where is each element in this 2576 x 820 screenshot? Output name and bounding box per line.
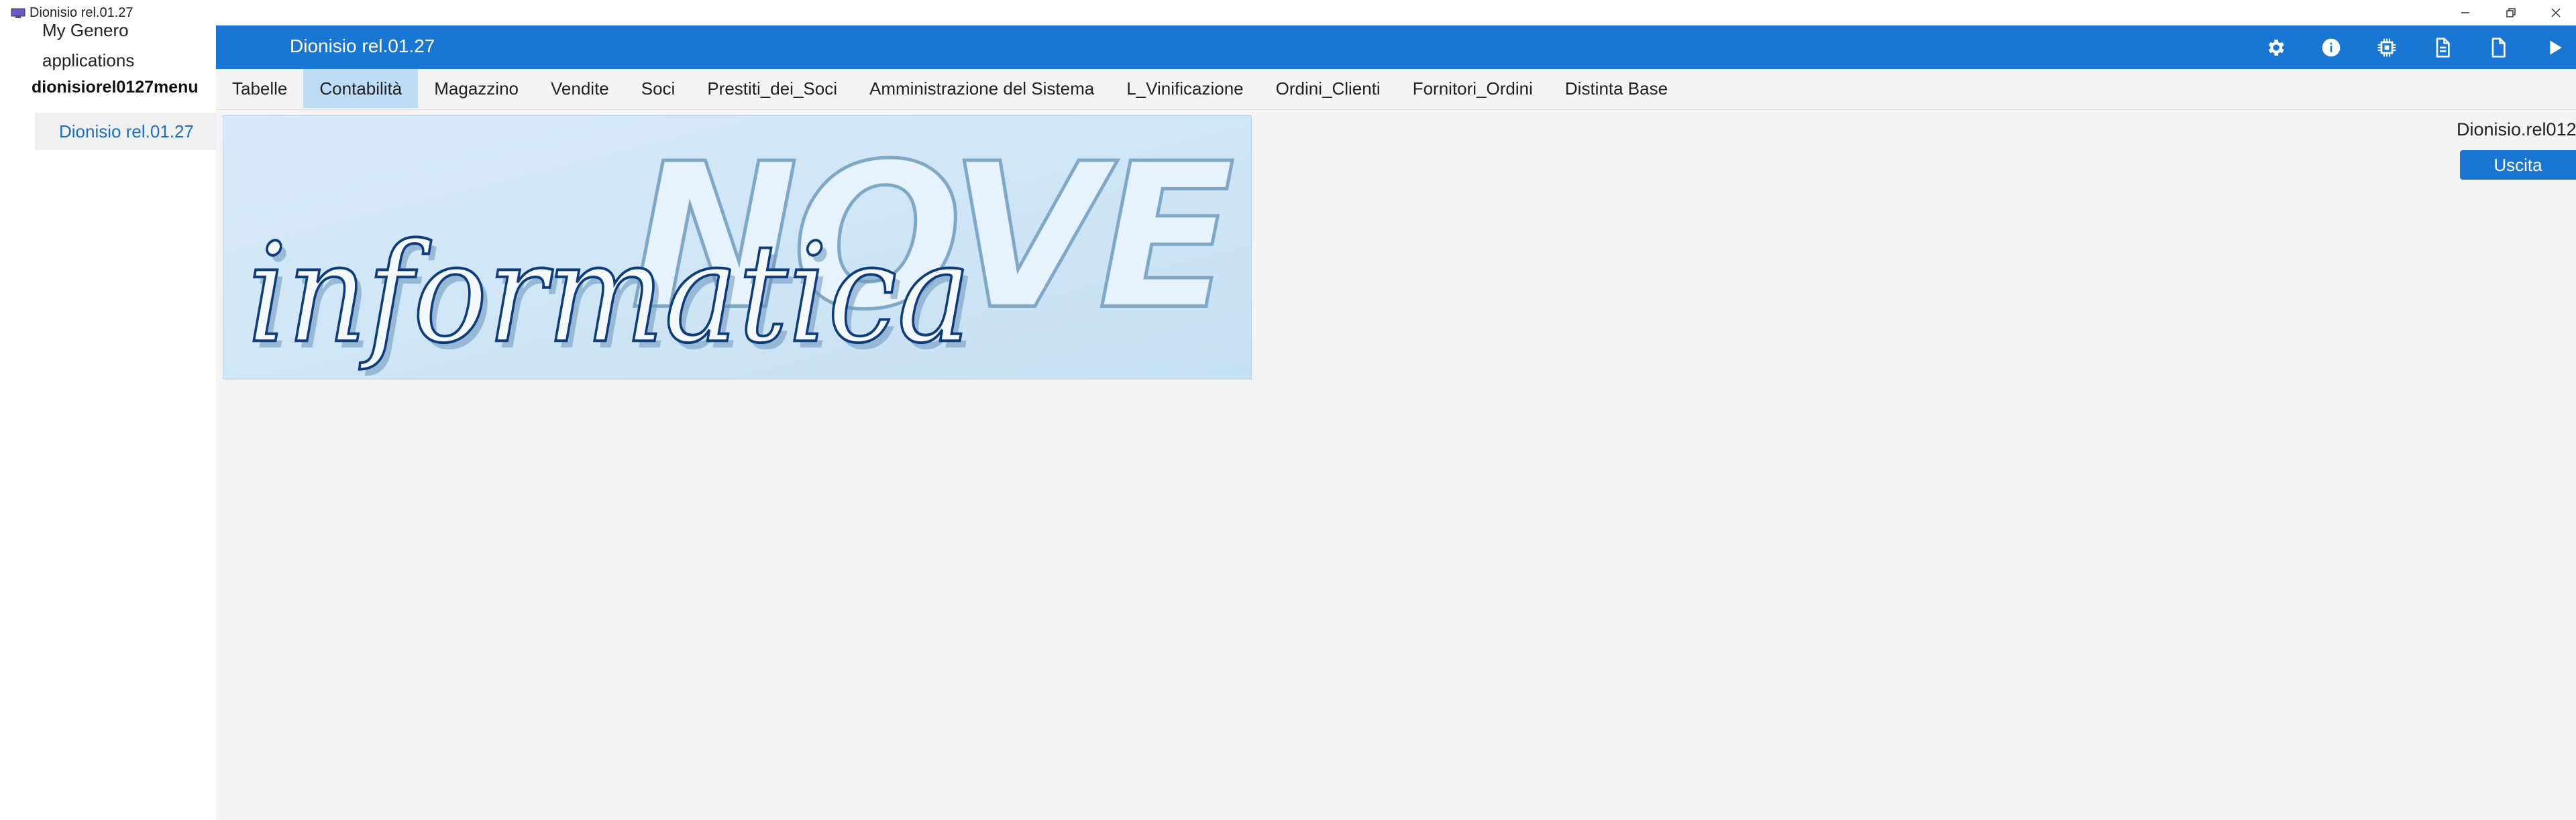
menu-contabilita[interactable]: Contabilità [303, 69, 419, 108]
menu-amministrazione-del-sistema[interactable]: Amministrazione del Sistema [853, 69, 1110, 108]
window-titlebar: Dionisio rel.01.27 [0, 0, 2576, 25]
minimize-icon [2461, 12, 2469, 13]
menu-ordini-clienti[interactable]: Ordini_Clienti [1260, 69, 1397, 108]
gear-icon [2268, 40, 2284, 56]
info-button[interactable] [2318, 34, 2345, 61]
my-genero-link[interactable]: My Genero [42, 20, 129, 41]
close-button[interactable] [2536, 1, 2576, 24]
play-icon [2550, 40, 2562, 55]
menu-prestiti-dei-soci[interactable]: Prestiti_dei_Soci [691, 69, 853, 108]
company-logo: NOVE informatica informatica [223, 115, 1252, 379]
version-label: Dionisio.rel0127 [2457, 119, 2576, 139]
app-header: Dionisio rel.01.27 [216, 25, 2576, 69]
menu-soci[interactable]: Soci [625, 69, 692, 108]
restore-button[interactable] [2491, 1, 2531, 24]
menu-l-vinificazione[interactable]: L_Vinificazione [1110, 69, 1259, 108]
minimize-button[interactable] [2445, 1, 2485, 24]
menu-fornitori-ordini[interactable]: Fornitori_Ordini [1397, 69, 1549, 108]
logo-word-informatica: informatica [248, 215, 971, 374]
run-button[interactable] [2541, 34, 2568, 61]
left-panel: My Genero applications dionisiorel0127me… [0, 20, 216, 820]
applications-link[interactable]: applications [42, 50, 134, 71]
menu-distinta-base[interactable]: Distinta Base [1549, 69, 1684, 108]
menu-name-label: dionisiorel0127menu [32, 78, 199, 97]
info-icon [2322, 38, 2341, 57]
restore-icon [2506, 8, 2516, 17]
nove-informatica-logo: NOVE informatica informatica [223, 116, 1251, 379]
menu-vendite[interactable]: Vendite [535, 69, 625, 108]
exit-button[interactable]: Uscita [2460, 150, 2576, 180]
main-area: Dionisio rel.01.27 Tabelle Contabilità M… [216, 25, 2576, 820]
app-title: Dionisio rel.01.27 [290, 36, 435, 56]
window-title: Dionisio rel.01.27 [30, 5, 133, 20]
menu-magazzino[interactable]: Magazzino [418, 69, 535, 108]
menu-tabelle[interactable]: Tabelle [216, 69, 303, 108]
sidebar-item-label: Dionisio rel.01.27 [59, 121, 194, 141]
chip-icon [2377, 38, 2396, 57]
main-menubar: Tabelle Contabilità Magazzino Vendite So… [216, 69, 2576, 110]
document-button[interactable] [2485, 34, 2512, 61]
document-icon [2491, 38, 2506, 58]
app-window-icon [11, 8, 25, 18]
close-icon [2551, 8, 2561, 17]
sidebar-item-dionisio[interactable]: Dionisio rel.01.27 [35, 113, 216, 150]
settings-button[interactable] [2262, 34, 2289, 61]
processor-button[interactable] [2373, 34, 2400, 61]
document-text-button[interactable] [2429, 34, 2456, 61]
document-text-icon [2436, 38, 2450, 58]
